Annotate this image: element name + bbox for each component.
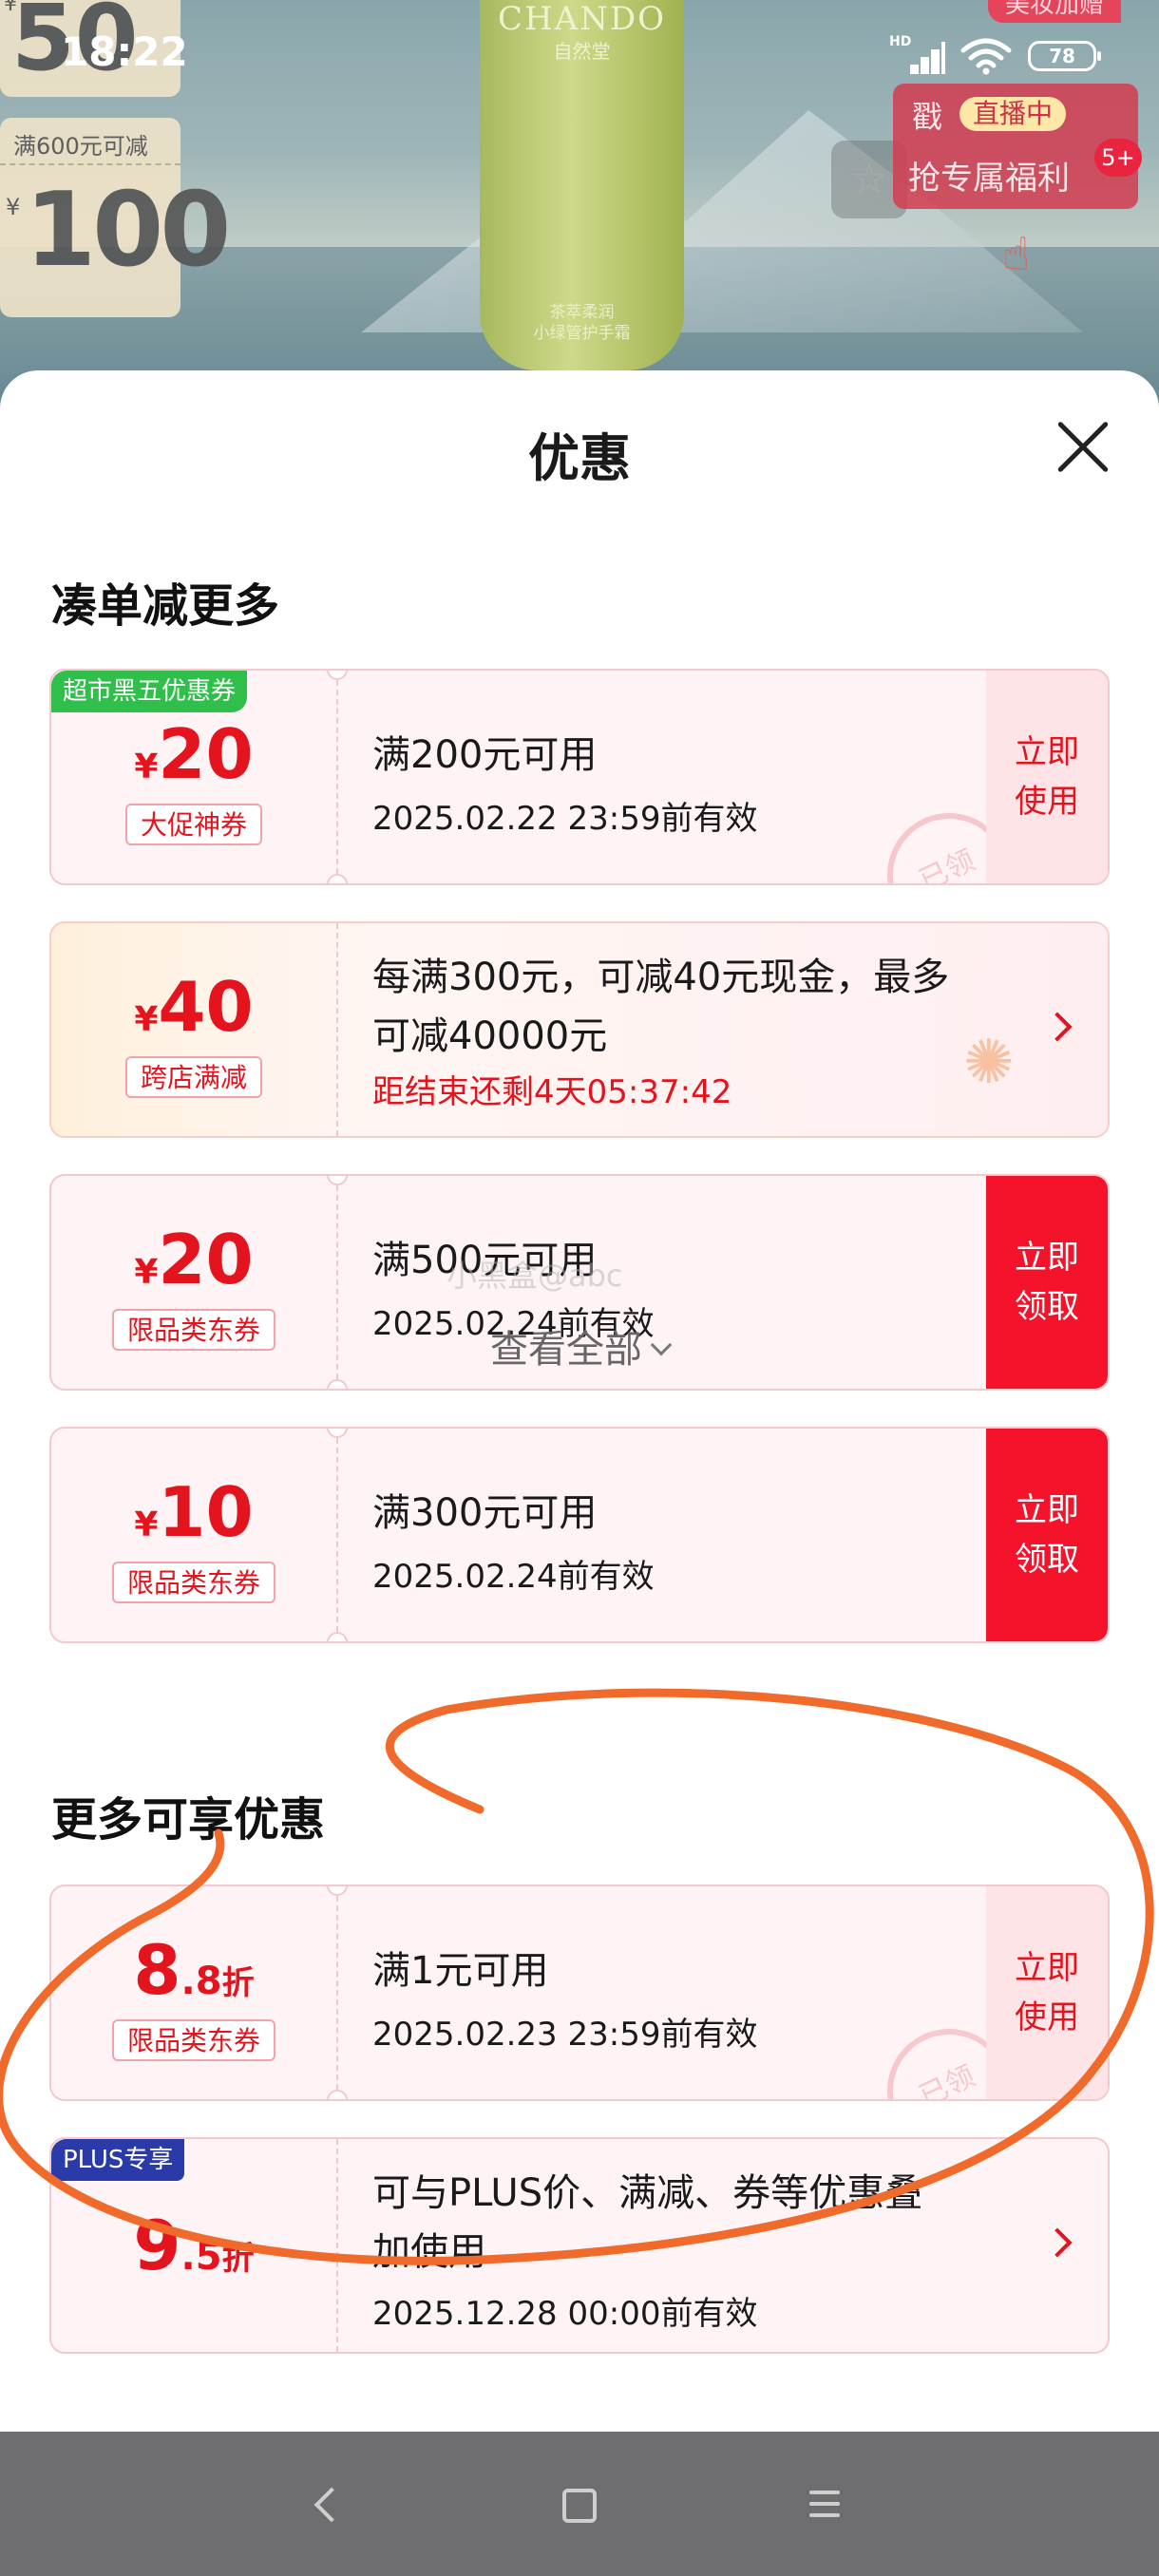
bg-coupon-100: 满600元可减 ¥ 100 [0, 118, 231, 317]
coupon-tag: 限品类东券 [111, 2019, 276, 2061]
system-nav-bar [0, 2432, 1159, 2576]
status-time: 18:22 [61, 28, 188, 75]
coupon-expiry: 2025.12.28 00:00前有效 [372, 2295, 758, 2333]
coupon-countdown: 距结束还剩4天05:37:42 [372, 1073, 732, 1111]
coupon-card: 8.8折 限品类东券 满1元可用 2025.02.23 23:59前有效 已领 … [49, 1885, 1110, 2101]
coupon-expiry: 2025.02.23 23:59前有效 [372, 2016, 758, 2054]
nav-back-icon[interactable] [300, 2479, 357, 2529]
plus-ribbon: PLUS专享 [51, 2139, 185, 2181]
use-now-button[interactable]: 立即 使用 [986, 671, 1108, 883]
coupon-discount: 9.5折 [133, 2206, 255, 2285]
pointer-hand-icon: ☝ [1002, 228, 1031, 281]
coupon-description: 可与PLUS价、满减、券等优惠叠 加使用 [372, 2171, 923, 2274]
bg-coupon-currency: ¥ [6, 194, 21, 220]
bg-coupon-threshold: 满600元可减 [13, 133, 148, 160]
use-now-button[interactable]: 立即 使用 [986, 1886, 1108, 2099]
coupon-amount: ¥40 [134, 967, 254, 1047]
coupon-tag: 大促神券 [124, 804, 262, 845]
live-text: 抢专属福利 [908, 160, 1070, 198]
nav-menu-icon[interactable] [796, 2479, 853, 2529]
coupon-card: 超市黑五优惠券 ¥20 大促神券 满200元可用 2025.02.22 23:5… [49, 669, 1110, 885]
chevron-right-icon[interactable] [1042, 1012, 1073, 1042]
hd-label: HD [889, 34, 912, 49]
coupon-condition: 满200元可用 [372, 733, 598, 777]
status-bar: 18:22 HD 78 [0, 0, 1159, 114]
product-label-line1: 茶萃柔润 [549, 303, 615, 322]
coupon-ribbon: 超市黑五优惠券 [51, 671, 248, 712]
coupon-description: 每满300元，可减40元现金，最多 可减40000元 [372, 956, 950, 1058]
coupon-tag: 跨店满减 [124, 1056, 262, 1098]
nav-home-icon[interactable] [549, 2479, 606, 2529]
live-badge: 5+ [1094, 139, 1142, 177]
view-all-label: 查看全部 [490, 1328, 642, 1372]
section-title-combine: 凑单减更多 [51, 579, 280, 633]
bg-coupon-value: 100 [25, 171, 231, 290]
section-title-more: 更多可享优惠 [51, 1793, 326, 1847]
signal-icon: HD [889, 34, 945, 78]
claim-now-button[interactable]: 立即 领取 [986, 1429, 1108, 1641]
chevron-right-icon[interactable] [1042, 2227, 1073, 2258]
battery-icon: 78 [1028, 41, 1101, 71]
coupon-card[interactable]: ¥40 跨店满减 每满300元，可减40元现金，最多 可减40000元 距结束还… [49, 921, 1110, 1138]
product-label-line2: 小绿管护手霜 [533, 324, 631, 343]
coupon-card[interactable]: PLUS专享 9.5折 可与PLUS价、满减、券等优惠叠 加使用 2025.12… [49, 2137, 1110, 2354]
wifi-icon [960, 38, 1012, 75]
coupon-expiry: 2025.02.24前有效 [372, 1558, 655, 1596]
coupon-condition: 满300元可用 [372, 1491, 598, 1535]
coupon-card: ¥10 限品类东券 满300元可用 2025.02.24前有效 立即 领取 [49, 1427, 1110, 1643]
coupon-amount: ¥10 [134, 1472, 254, 1552]
view-all-link[interactable]: 查看全部 [0, 1318, 1159, 1373]
sheet-title: 优惠 [528, 428, 631, 488]
sparkle-decoration: ✺ [963, 1028, 1015, 1098]
watermark: 小黑盒@abc [446, 1258, 623, 1294]
chevron-down-icon [650, 1334, 673, 1356]
product-label: 茶萃柔润 小绿管护手霜 [480, 302, 684, 344]
coupon-amount: ¥20 [134, 714, 254, 794]
coupon-tag: 限品类东券 [111, 1562, 276, 1603]
coupon-condition: 满1元可用 [372, 1949, 549, 1993]
close-icon[interactable] [1054, 418, 1112, 475]
status-icons: HD 78 [889, 34, 1101, 78]
coupon-amount: ¥20 [134, 1220, 254, 1299]
coupon-discount: 8.8折 [133, 1930, 255, 2010]
discount-sheet: 优惠 凑单减更多 超市黑五优惠券 ¥20 大促神券 满200元可用 2025.0… [0, 370, 1159, 2432]
coupon-expiry: 2025.02.22 23:59前有效 [372, 800, 758, 838]
